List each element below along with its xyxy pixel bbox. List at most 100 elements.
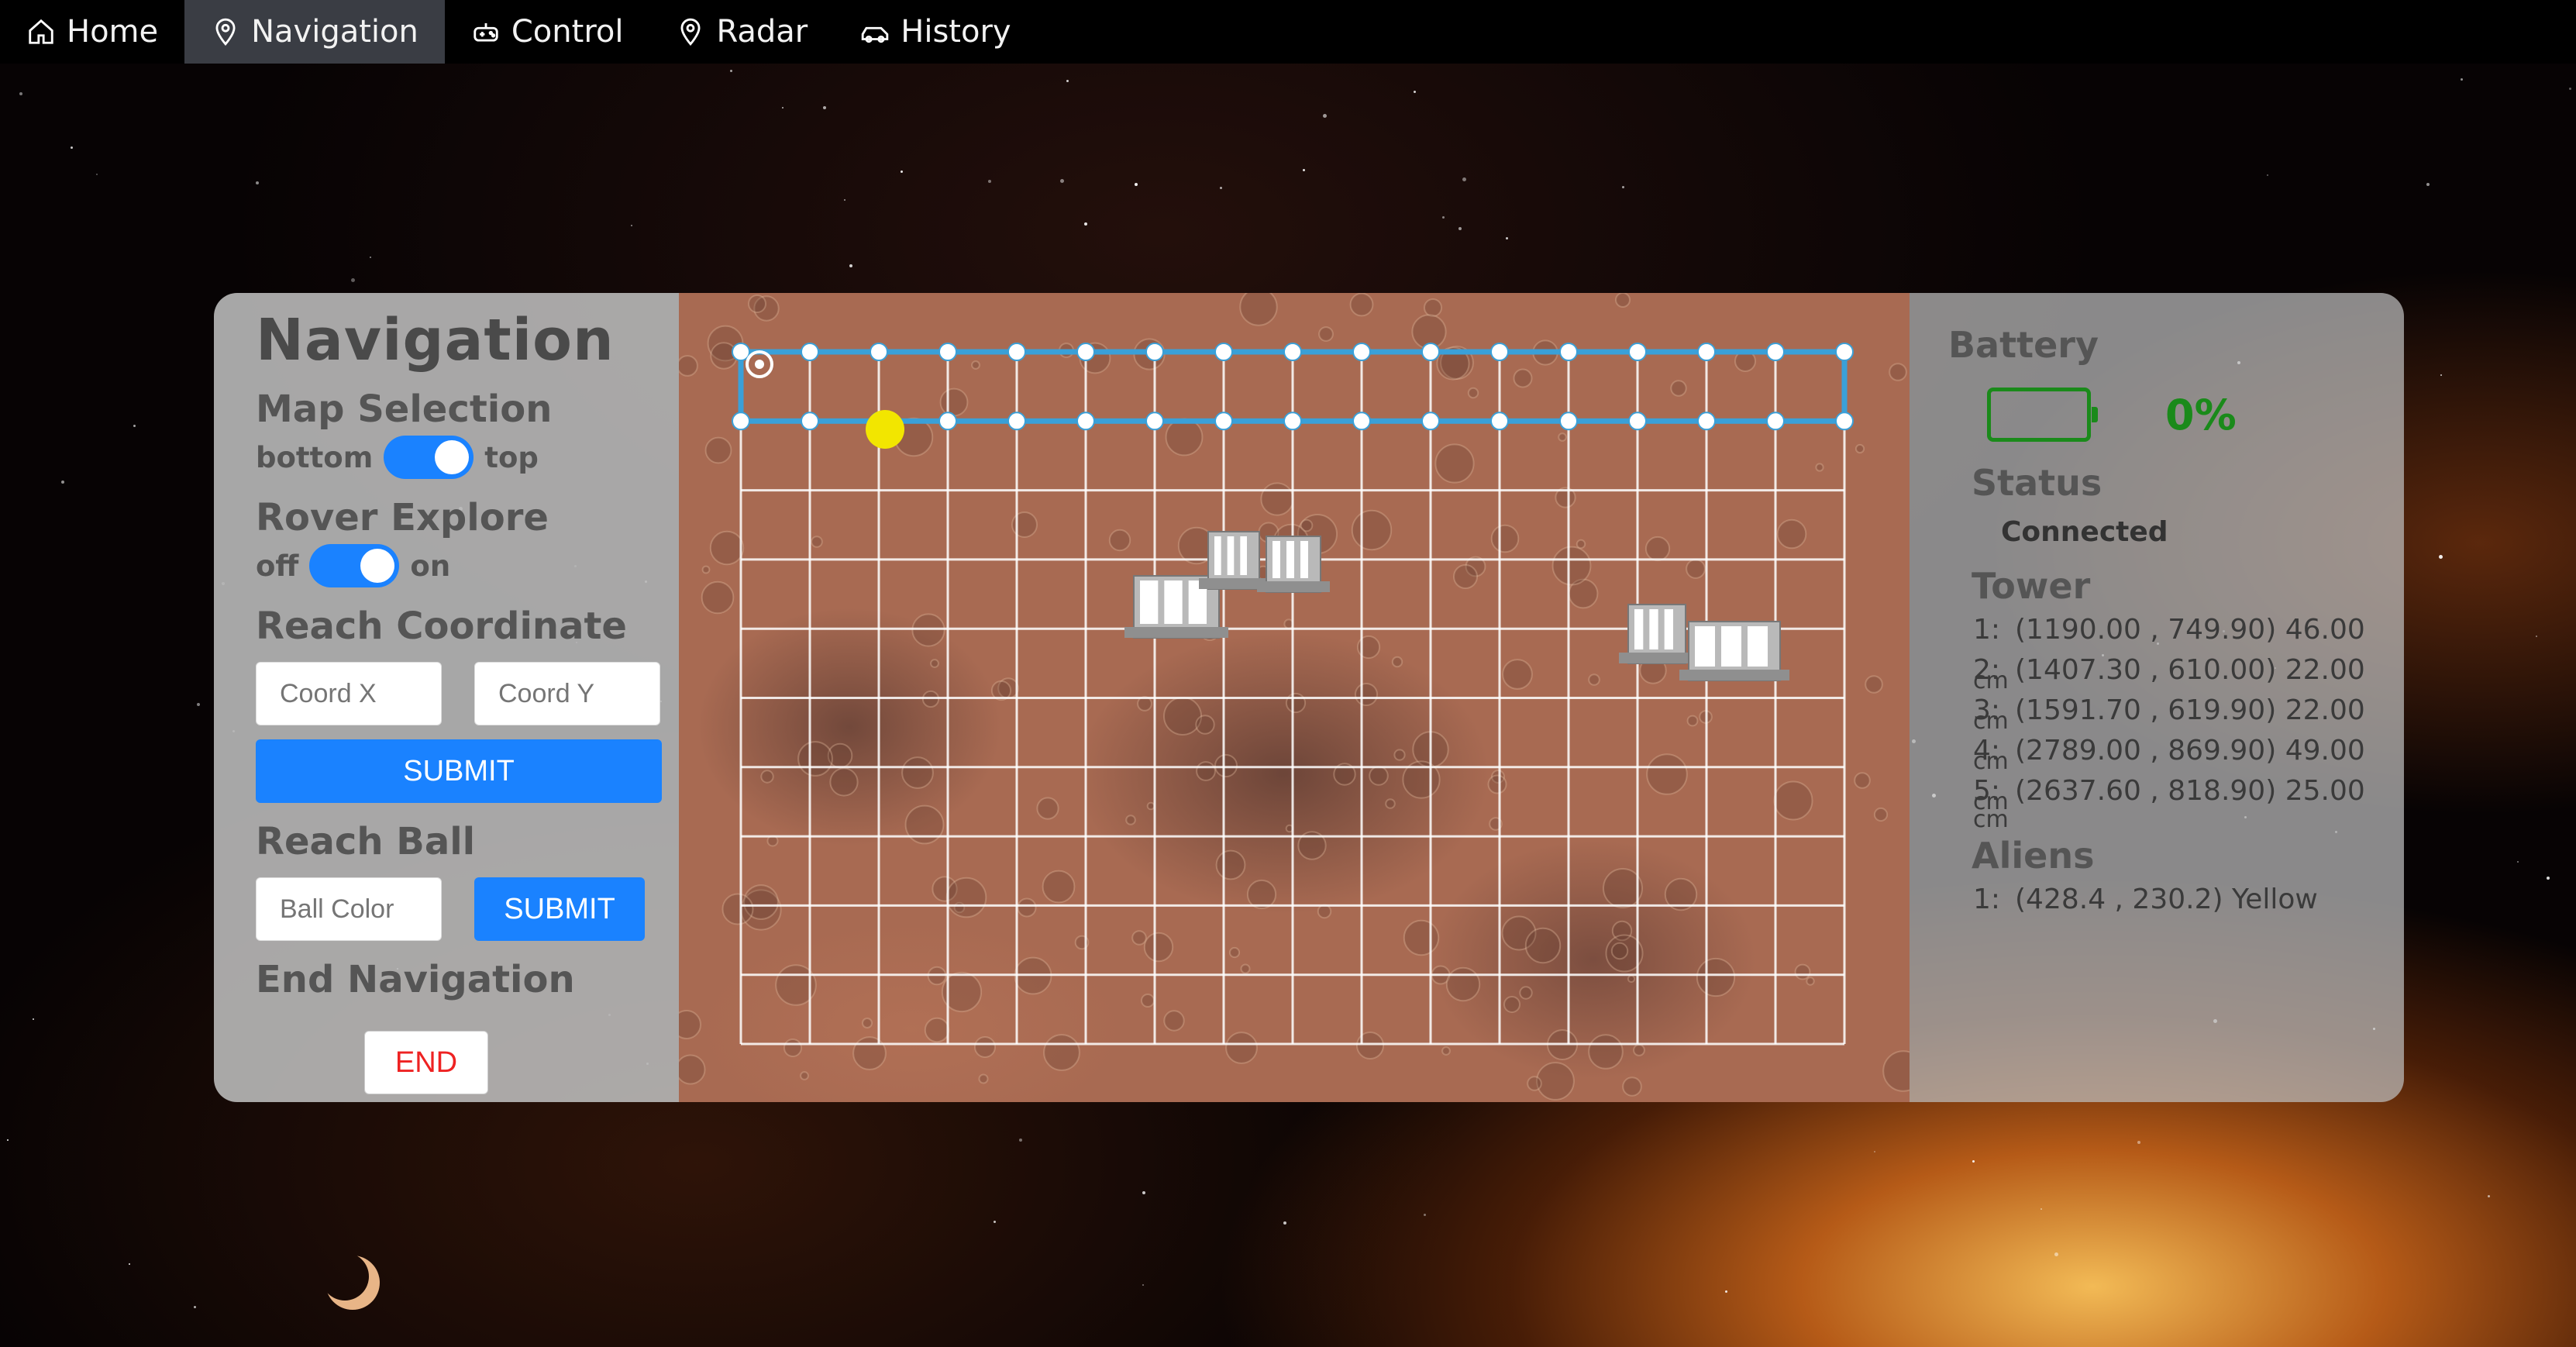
crater: [1588, 674, 1600, 686]
path-waypoint: [1766, 343, 1785, 361]
battery-icon: [1987, 388, 2098, 442]
tower-marker: [1619, 604, 1695, 664]
star: [1060, 179, 1064, 183]
crater: [1108, 529, 1131, 552]
star: [901, 171, 903, 173]
crater: [1042, 870, 1076, 904]
crater: [1043, 1034, 1080, 1071]
end-button[interactable]: END: [364, 1031, 488, 1094]
status-sidebar: Battery 0% Status Connected Tower 1: (119…: [1910, 293, 2404, 1102]
star: [823, 106, 826, 109]
crater: [1513, 368, 1533, 388]
submit-coordinate-button[interactable]: SUBMIT: [256, 739, 662, 803]
crater: [1285, 692, 1307, 714]
nav-home[interactable]: Home: [0, 0, 184, 64]
reach-coordinate-title: Reach Coordinate: [256, 605, 627, 648]
crater: [760, 770, 774, 784]
tower-column: [1214, 536, 1221, 575]
crater: [1644, 536, 1671, 562]
alien-entry-index: 1:: [1973, 884, 2001, 915]
coord-x-input[interactable]: [256, 662, 442, 725]
crater: [1865, 675, 1883, 694]
crater: [1686, 559, 1706, 579]
path-waypoint: [732, 412, 750, 431]
crater: [1773, 780, 1813, 821]
crater: [1141, 994, 1155, 1008]
nav-history-label: History: [901, 14, 1011, 50]
nav-history[interactable]: History: [834, 0, 1037, 64]
submit-ball-button[interactable]: SUBMIT: [474, 877, 645, 941]
path-waypoint: [1421, 412, 1440, 431]
crater: [1318, 326, 1334, 342]
path-waypoint: [1628, 343, 1647, 361]
alien-marker[interactable]: [866, 410, 904, 449]
path-waypoint: [1697, 343, 1716, 361]
rover-explore-toggle[interactable]: [309, 544, 400, 587]
coord-y-input[interactable]: [474, 662, 660, 725]
path-waypoint: [801, 343, 819, 361]
crater: [1017, 897, 1037, 918]
crater: [1424, 298, 1442, 317]
ball-color-input[interactable]: [256, 877, 442, 941]
crater: [852, 1036, 887, 1070]
crater: [1776, 518, 1807, 549]
crater: [1815, 463, 1824, 472]
tower-column: [1695, 626, 1715, 667]
star: [1283, 1221, 1286, 1225]
star: [2461, 78, 2463, 81]
tower-entry-overflow: cm: [1973, 808, 2404, 835]
nav-control[interactable]: Control: [445, 0, 650, 64]
crater: [1369, 766, 1389, 786]
controller-icon: [474, 22, 498, 42]
tower-column: [1227, 536, 1235, 575]
crater: [1036, 797, 1059, 820]
star: [2547, 877, 2550, 880]
crater: [1633, 1044, 1645, 1056]
crater: [811, 536, 823, 548]
crater: [1558, 432, 1567, 442]
crater: [1524, 927, 1562, 964]
mars-map[interactable]: [679, 293, 1910, 1102]
path-waypoint: [801, 412, 819, 431]
path-waypoint: [1766, 412, 1785, 431]
star: [2569, 88, 2571, 90]
star: [1458, 227, 1462, 230]
star: [129, 1263, 130, 1265]
star: [1725, 1290, 1727, 1293]
status-value: Connected: [2001, 516, 2168, 548]
nav-navigation[interactable]: Navigation: [184, 0, 445, 64]
star: [256, 181, 259, 184]
tower-entry: 3: (1591.70 , 619.90) 22.00 cm: [1973, 691, 2404, 735]
rover-icon[interactable]: [746, 350, 773, 378]
map-selection-on-label: top: [484, 440, 539, 474]
crater: [1165, 418, 1204, 456]
path-waypoint: [1076, 412, 1095, 431]
crater: [1239, 293, 1278, 326]
star: [988, 180, 991, 183]
map-grid-overlay: [679, 293, 1910, 1101]
crater: [1434, 443, 1475, 484]
crater: [679, 1054, 706, 1085]
page-title: Navigation: [256, 307, 615, 374]
path-waypoint: [1145, 343, 1164, 361]
path-waypoint: [870, 343, 888, 361]
crater: [1854, 772, 1871, 789]
crater: [1196, 761, 1216, 781]
nav-radar[interactable]: Radar: [649, 0, 834, 64]
crater: [679, 355, 698, 377]
crater: [1131, 930, 1147, 946]
star: [994, 1221, 996, 1223]
star: [351, 278, 355, 282]
crater: [1622, 1077, 1642, 1097]
star: [1424, 1214, 1426, 1216]
crater: [974, 1036, 996, 1058]
star: [370, 257, 371, 258]
crater: [1393, 749, 1406, 761]
crater: [1453, 564, 1478, 589]
rover-explore-off-label: off: [256, 549, 299, 583]
crater: [978, 1073, 989, 1084]
ball-input-row: SUBMIT: [256, 877, 679, 941]
rover-explore-title: Rover Explore: [256, 496, 549, 539]
star: [1622, 186, 1624, 188]
map-selection-toggle[interactable]: [384, 436, 474, 479]
